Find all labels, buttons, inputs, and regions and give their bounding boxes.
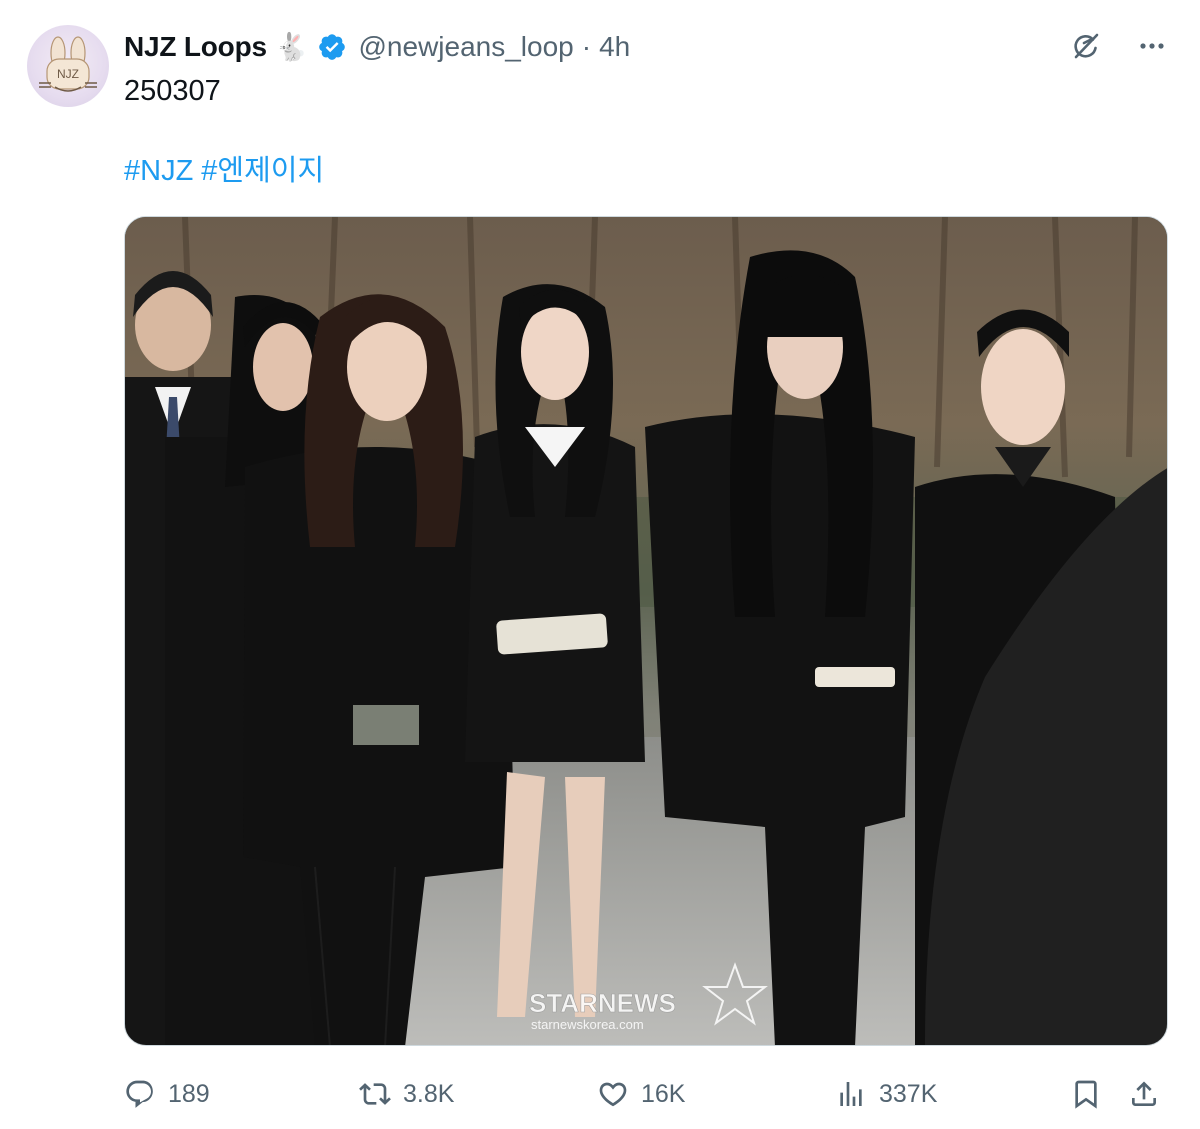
top-actions xyxy=(1070,30,1168,67)
reply-icon xyxy=(126,1080,153,1108)
hashtag-link[interactable]: #엔제이지 xyxy=(201,155,324,187)
retweet-icon xyxy=(359,1083,391,1105)
author-emoji: 🐇 xyxy=(274,31,309,62)
like-icon xyxy=(599,1082,627,1107)
hashtag-link[interactable]: #NJZ xyxy=(124,155,193,187)
verified-icon[interactable] xyxy=(317,32,347,62)
photo-scene: STARNEWS starnewskorea.com xyxy=(125,217,1167,1045)
tweet-action-bar: 189 3.8K 16K 337K xyxy=(124,1072,1168,1116)
more-icon[interactable] xyxy=(1136,30,1168,67)
like-button[interactable]: 16K xyxy=(597,1072,685,1116)
retweet-count: 3.8K xyxy=(403,1079,455,1108)
views-button[interactable]: 337K xyxy=(835,1072,937,1116)
views-icon xyxy=(840,1082,862,1106)
tweet-timestamp[interactable]: 4h xyxy=(599,31,630,63)
avatar-bunny-logo: NJZ xyxy=(39,36,97,92)
tweet-header: NJZ Loops 🐇 @newjeans_loop · 4h xyxy=(124,29,630,65)
separator-dot: · xyxy=(581,31,592,62)
like-count: 16K xyxy=(641,1079,686,1108)
share-button[interactable] xyxy=(1128,1072,1160,1116)
tweet-hashtags: #NJZ #엔제이지 xyxy=(124,152,332,190)
share-icon xyxy=(1132,1081,1156,1106)
tweet-photo[interactable]: STARNEWS starnewskorea.com xyxy=(124,216,1168,1046)
bookmark-icon xyxy=(1075,1080,1097,1109)
avatar-text: NJZ xyxy=(57,67,79,81)
watermark-url: starnewskorea.com xyxy=(531,1017,644,1032)
grok-icon[interactable] xyxy=(1070,30,1102,67)
watermark-brand: STARNEWS xyxy=(529,988,676,1018)
reply-button[interactable]: 189 xyxy=(124,1072,210,1116)
retweet-button[interactable]: 3.8K xyxy=(359,1072,454,1116)
bookmark-button[interactable] xyxy=(1070,1072,1102,1116)
avatar[interactable]: NJZ xyxy=(27,25,109,107)
author-handle[interactable]: @newjeans_loop xyxy=(359,31,574,63)
reply-count: 189 xyxy=(168,1079,210,1108)
author-name[interactable]: NJZ Loops xyxy=(124,31,267,63)
tweet-card: NJZ NJZ Loops 🐇 @newjeans_loop · 4h 2503… xyxy=(0,0,1200,1129)
tweet-text: 250307 xyxy=(124,75,221,107)
view-count: 337K xyxy=(879,1079,938,1108)
